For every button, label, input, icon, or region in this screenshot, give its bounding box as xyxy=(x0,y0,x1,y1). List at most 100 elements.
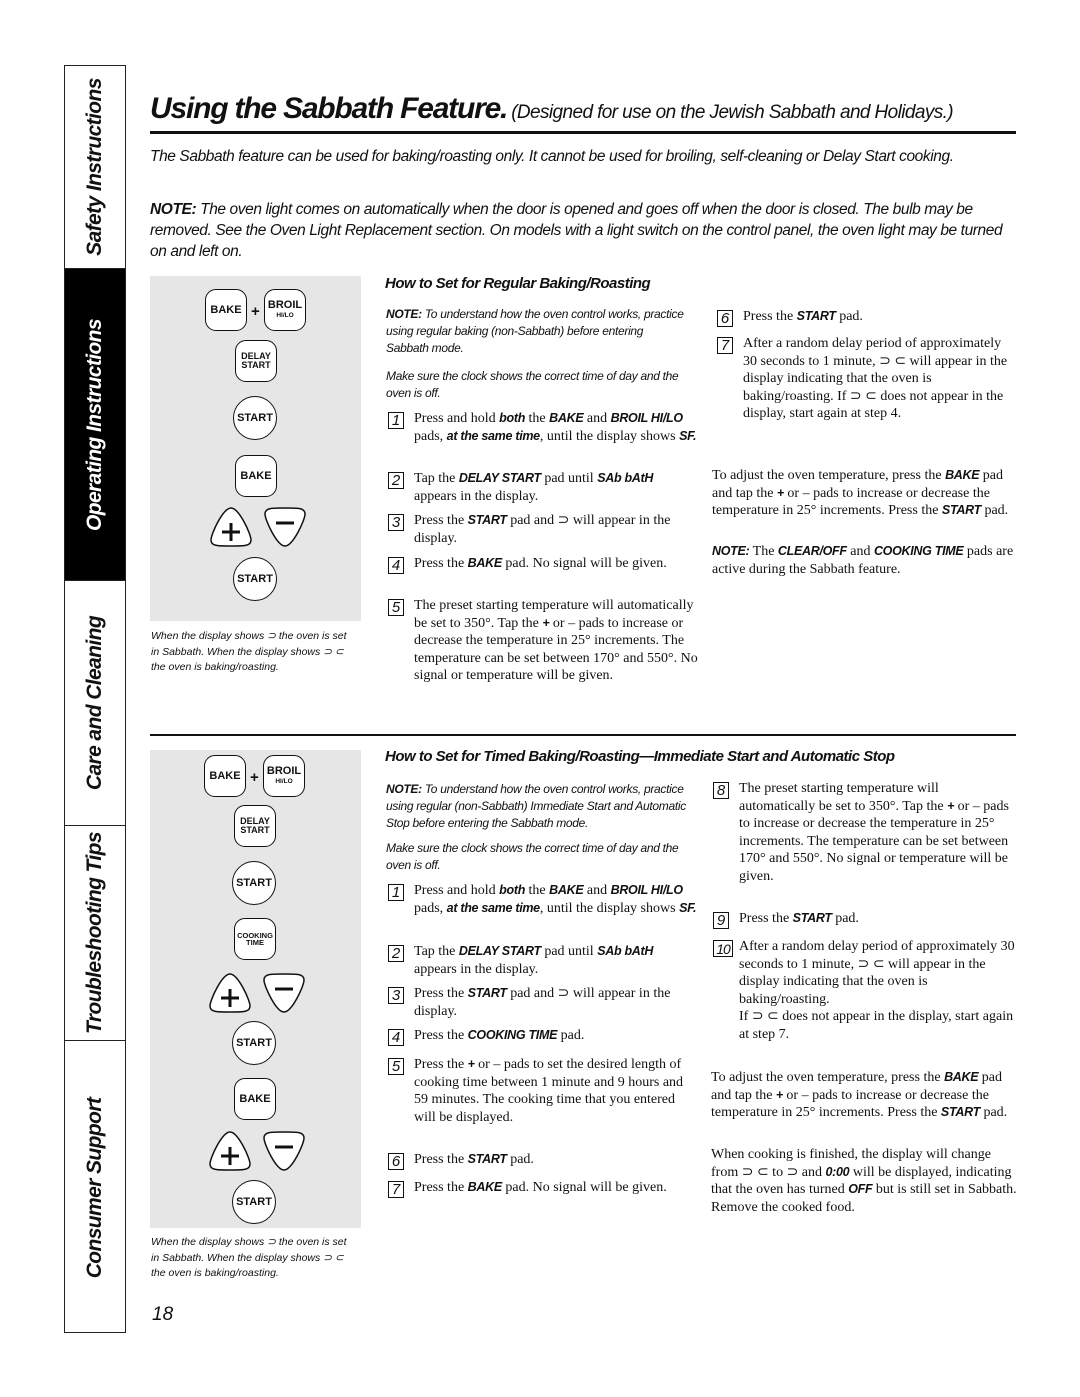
timed-step: 4 Press the COOKING TIME pad. xyxy=(388,1027,698,1046)
timed-finish-paragraph: When cooking is finished, the display wi… xyxy=(711,1147,1017,1215)
section-heading-timed: How to Set for Timed Baking/Roasting—Imm… xyxy=(385,748,895,765)
step-text: Tap the DELAY START pad until SAb bAtH a… xyxy=(414,471,654,504)
step-number: 5 xyxy=(388,1058,404,1075)
bake-pad: BAKE xyxy=(204,755,246,797)
pad-label: HI/LO xyxy=(275,778,293,786)
step-number: 7 xyxy=(717,337,733,354)
step-number: 7 xyxy=(388,1181,404,1198)
step-text: The preset starting temperature will aut… xyxy=(414,598,698,683)
step-text: Press the START pad. xyxy=(743,309,863,324)
intro-note: NOTE: The oven light comes on automatica… xyxy=(150,199,1010,262)
step-text: Press the START pad. xyxy=(739,911,859,926)
step-text: Press and hold both the BAKE and BROIL H… xyxy=(414,883,697,916)
pad-label: START xyxy=(236,1195,272,1208)
timed-step: 10 After a random delay period of approxi… xyxy=(713,938,1018,1043)
step-text: Press and hold both the BAKE and BROIL H… xyxy=(414,411,697,444)
start-pad: START xyxy=(233,396,277,440)
start-pad: START xyxy=(232,1021,276,1065)
timed-step: 9 Press the START pad. xyxy=(713,910,1018,929)
pad-label: BAKE xyxy=(239,1092,271,1105)
pad-label: START xyxy=(237,411,273,424)
pad-label: START xyxy=(236,876,272,889)
plus-separator: + xyxy=(251,303,260,320)
delay-start-pad: DELAY START xyxy=(234,805,276,847)
tab-care-and-cleaning[interactable]: Care and Cleaning xyxy=(65,581,125,826)
tab-operating-instructions[interactable]: Operating Instructions xyxy=(65,269,125,581)
timed-clock-note: Make sure the clock shows the correct ti… xyxy=(386,841,679,872)
panel-caption: When the display shows ⊃ the oven is set… xyxy=(151,1236,347,1279)
timed-step: 6 Press the START pad. xyxy=(388,1151,698,1170)
pad-label: START xyxy=(236,1036,272,1049)
control-panel-diagram-timed: BAKE + BROIL HI/LO DELAY START START COOKI… xyxy=(150,750,361,1228)
timed-note: NOTE: To understand how the oven control… xyxy=(386,782,686,830)
broil-hilo-pad: BROIL HI/LO xyxy=(264,289,306,331)
intro-paragraph: The Sabbath feature can be used for baki… xyxy=(150,148,954,165)
pad-label: TIME xyxy=(246,938,264,947)
cooking-time-pad: COOKING TIME xyxy=(234,918,276,960)
timed-step: 5 Press the + or – pads to set the desire… xyxy=(388,1056,700,1126)
pad-label: HI/LO xyxy=(276,312,294,320)
timed-step: 2 Tap the DELAY START pad until SAb bAtH … xyxy=(388,943,698,978)
tab-label: Safety Instructions xyxy=(83,78,106,256)
step-text: Press the COOKING TIME pad. xyxy=(414,1028,585,1043)
regular-step: 5 The preset starting temperature will au… xyxy=(388,597,700,685)
section-sidebar: Safety Instructions Operating Instructio… xyxy=(64,65,126,1333)
regular-step: 1 Press and hold both the BAKE and BROIL … xyxy=(388,410,698,445)
step-text: The preset starting temperature will aut… xyxy=(739,781,1009,884)
pad-label: BROIL xyxy=(267,299,303,312)
timed-adjust-paragraph: To adjust the oven temperature, press th… xyxy=(711,1070,1008,1120)
step-text: Press the START pad. xyxy=(414,1152,534,1167)
minus-pad-icon xyxy=(264,507,306,547)
plus-pad-icon xyxy=(210,507,252,547)
tab-troubleshooting-tips[interactable]: Troubleshooting Tips xyxy=(65,826,125,1041)
step-number: 3 xyxy=(388,514,404,531)
step-number: 10 xyxy=(713,940,733,957)
plus-pad-icon xyxy=(209,973,251,1013)
step-number: 2 xyxy=(388,472,404,489)
regular-final-note: NOTE: The CLEAR/OFF and COOKING TIME pad… xyxy=(712,544,1014,577)
tab-label: Operating Instructions xyxy=(83,318,106,531)
step-number: 2 xyxy=(388,945,404,962)
pad-label: BAKE xyxy=(209,769,241,782)
step-number: 8 xyxy=(713,782,729,799)
timed-step: 3 Press the START pad and ⊃ will appear i… xyxy=(388,985,698,1020)
tab-label: Care and Cleaning xyxy=(83,615,106,791)
plus-separator: + xyxy=(250,769,259,786)
tab-label: Troubleshooting Tips xyxy=(83,832,106,1034)
regular-adjust-paragraph: To adjust the oven temperature, press th… xyxy=(712,468,1009,518)
pad-label: BAKE xyxy=(210,303,242,316)
pad-label: START xyxy=(241,360,271,370)
start-pad: START xyxy=(233,557,277,601)
section-divider xyxy=(150,734,1016,736)
title-subtitle: (Designed for use on the Jewish Sabbath … xyxy=(511,102,954,123)
title-rule xyxy=(150,131,1016,134)
start-pad: START xyxy=(232,861,276,905)
panel-caption: When the display shows ⊃ the oven is set… xyxy=(151,630,347,673)
page-title: Using the Sabbath Feature. (Designed for… xyxy=(150,92,954,126)
step-number: 1 xyxy=(388,884,404,901)
regular-note: NOTE: To understand how the oven control… xyxy=(386,307,684,355)
step-number: 1 xyxy=(388,412,404,429)
tab-consumer-support[interactable]: Consumer Support xyxy=(65,1041,125,1334)
tab-safety-instructions[interactable]: Safety Instructions xyxy=(65,66,125,269)
step-text: Press the BAKE pad. No signal will be gi… xyxy=(414,556,667,571)
step-text: Press the START pad and ⊃ will appear in… xyxy=(414,986,671,1019)
regular-clock-note: Make sure the clock shows the correct ti… xyxy=(386,369,679,400)
step-number: 3 xyxy=(388,987,404,1004)
plus-pad-icon xyxy=(209,1131,251,1171)
title-main: Using the Sabbath Feature. xyxy=(150,92,508,125)
step-text: Press the + or – pads to set the desired… xyxy=(414,1057,684,1125)
section-heading-regular: How to Set for Regular Baking/Roasting xyxy=(385,275,651,292)
minus-pad-icon xyxy=(263,973,305,1013)
regular-step: 6 Press the START pad. xyxy=(717,308,1017,327)
timed-step: 7 Press the BAKE pad. No signal will be g… xyxy=(388,1179,698,1198)
pad-label: BROIL xyxy=(266,765,302,778)
step-number: 4 xyxy=(388,557,404,574)
step-number: 4 xyxy=(388,1029,404,1046)
step-text: After a random delay period of approxima… xyxy=(739,939,1015,1042)
delay-start-pad: DELAY START xyxy=(235,340,277,382)
bake-pad: BAKE xyxy=(235,455,277,497)
tab-label: Consumer Support xyxy=(83,1097,106,1278)
pad-label: START xyxy=(237,572,273,585)
control-panel-diagram-regular: BAKE + BROIL HI/LO DELAY START START BAKE … xyxy=(150,276,361,621)
